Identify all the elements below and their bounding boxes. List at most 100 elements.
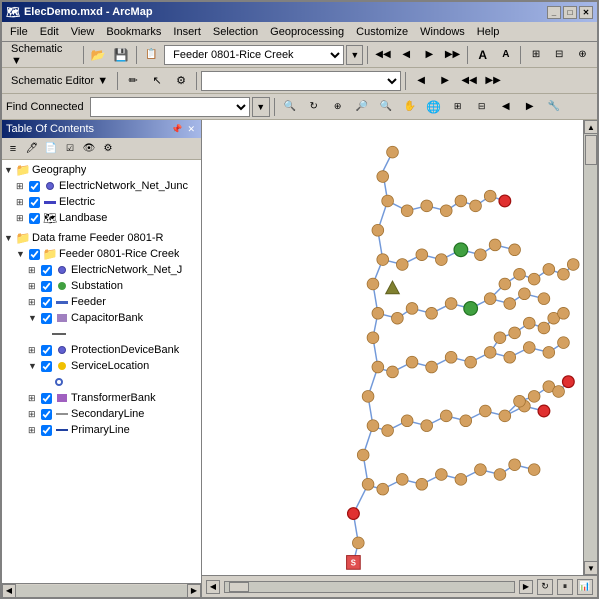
toc-item-transformerbank[interactable]: ⊞ TransformerBank [4,390,199,406]
scroll-left-btn[interactable]: ◀ [2,584,16,598]
view-btn3[interactable]: ◀◀ [458,70,480,92]
find-btn1[interactable]: 🔍 [279,96,301,118]
editor-dropdown[interactable] [201,71,401,91]
toc-item-protectiondevice[interactable]: ⊞ ProtectionDeviceBank [4,342,199,358]
close-button[interactable]: ✕ [579,6,593,19]
expand-substation[interactable]: ⊞ [28,281,38,292]
map-area[interactable]: S [202,120,583,575]
checkbox-secondaryline[interactable] [41,409,52,420]
menu-view[interactable]: View [65,24,101,40]
toc-options-btn[interactable]: ⚙ [99,140,117,158]
toc-item-substation[interactable]: ⊞ Substation [4,278,199,294]
checkbox-feeder[interactable] [41,297,52,308]
toc-source-btn[interactable]: 📄 [42,140,60,158]
expand-feeder0801[interactable]: ▼ [16,249,26,259]
toc-hscroll[interactable]: ◀ ▶ [2,583,201,597]
toc-item-electricnetwork-junc[interactable]: ⊞ ElectricNetwork_Net_Junc [4,178,199,194]
extra-btn1[interactable]: ⊞ [525,44,546,66]
extra-btn3[interactable]: ⊕ [572,44,593,66]
schematic-menu-btn[interactable]: Schematic ▼ [6,44,79,66]
extra-tool[interactable]: 🔧 [543,96,565,118]
scroll-up-btn[interactable]: ▲ [584,120,597,134]
text-btn-a1[interactable]: A [472,44,493,66]
find-btn3[interactable]: ⊕ [327,96,349,118]
checkbox-capacitorbank[interactable] [41,313,52,324]
menu-insert[interactable]: Insert [167,24,207,40]
hscroll-left-btn[interactable]: ◀ [206,580,220,594]
nav-btn3[interactable]: ▶ [419,44,440,66]
checkbox-landbase[interactable] [29,213,40,224]
menu-customize[interactable]: Customize [350,24,414,40]
menu-bookmarks[interactable]: Bookmarks [100,24,167,40]
checkbox-electricnetwork[interactable] [29,181,40,192]
expand-geography[interactable]: ▼ [4,165,14,175]
expand-primaryline[interactable]: ⊞ [28,425,38,436]
nav-btn2[interactable]: ◀ [396,44,417,66]
extent-btn2[interactable]: ⊟ [471,96,493,118]
toc-item-electric[interactable]: ⊞ Electric [4,194,199,210]
toc-item-servicelocation[interactable]: ▼ ServiceLocation [4,358,199,374]
expand-dataframe[interactable]: ▼ [4,233,14,243]
toc-list-btn[interactable]: ≡ [4,140,22,158]
expand-secondaryline[interactable]: ⊞ [28,409,38,420]
edit-tool3[interactable]: ⚙ [170,70,192,92]
toc-item-landbase[interactable]: ⊞ 🗺 Landbase [4,210,199,226]
scroll-right-btn[interactable]: ▶ [187,584,201,598]
menu-windows[interactable]: Windows [414,24,471,40]
maximize-button[interactable]: □ [563,6,577,19]
status-pause-icon[interactable]: ⏸ [557,579,573,595]
scroll-down-btn[interactable]: ▼ [584,561,597,575]
edit-tool2[interactable]: ↖ [146,70,168,92]
expand-capacitorbank[interactable]: ▼ [28,313,38,323]
back-btn[interactable]: ◀ [495,96,517,118]
minimize-button[interactable]: _ [547,6,561,19]
zoom-in-btn[interactable]: 🔎 [351,96,373,118]
open-btn[interactable]: 📂 [88,44,109,66]
menu-geoprocessing[interactable]: Geoprocessing [264,24,350,40]
checkbox-servicelocation[interactable] [41,361,52,372]
expand-servicelocation[interactable]: ▼ [28,361,38,371]
pan-btn[interactable]: ✋ [399,96,421,118]
feeder-dropdown-arrow[interactable]: ▼ [346,45,363,65]
find-connected-dropdown[interactable] [90,97,250,117]
nav-btn1[interactable]: ◀◀ [372,44,393,66]
toc-item-secondaryline[interactable]: ⊞ SecondaryLine [4,406,199,422]
checkbox-electric[interactable] [29,197,40,208]
menu-help[interactable]: Help [471,24,506,40]
globe-btn[interactable]: 🌐 [423,96,445,118]
forward-btn[interactable]: ▶ [519,96,541,118]
checkbox-electricnet-j[interactable] [41,265,52,276]
checkbox-feeder0801[interactable] [29,249,40,260]
toc-item-feeder[interactable]: ⊞ Feeder [4,294,199,310]
checkbox-protectiondevice[interactable] [41,345,52,356]
text-btn-a2[interactable]: A [495,44,516,66]
view-btn1[interactable]: ◀ [410,70,432,92]
toc-sel-btn[interactable]: ☑ [61,140,79,158]
expand-electric[interactable]: ⊞ [16,197,26,208]
toc-draw-btn[interactable]: 🖊 [23,140,41,158]
hscroll-right-btn[interactable]: ▶ [519,580,533,594]
expand-protectiondevice[interactable]: ⊞ [28,345,38,356]
menu-file[interactable]: File [4,24,34,40]
right-scrollbar[interactable]: ▲ ▼ [583,120,597,575]
toc-item-primaryline[interactable]: ⊞ PrimaryLine [4,422,199,438]
find-dropdown-arrow[interactable]: ▼ [252,97,270,117]
expand-transformerbank[interactable]: ⊞ [28,393,38,404]
extent-btn1[interactable]: ⊞ [447,96,469,118]
status-chart-icon[interactable]: 📊 [577,579,593,595]
toc-item-electricnet-j[interactable]: ⊞ ElectricNetwork_Net_J [4,262,199,278]
vscroll-thumb[interactable] [585,135,597,165]
edit-tool1[interactable]: ✏ [122,70,144,92]
toc-pin-btn[interactable]: 📌 [169,124,184,135]
toc-group-geography[interactable]: ▼ 📁 Geography [4,162,199,178]
expand-electricnetwork[interactable]: ⊞ [16,181,26,192]
save-btn[interactable]: 💾 [111,44,132,66]
zoom-out-btn[interactable]: 🔍 [375,96,397,118]
nav-btn4[interactable]: ▶▶ [442,44,463,66]
find-btn2[interactable]: ↻ [303,96,325,118]
expand-landbase[interactable]: ⊞ [16,213,26,224]
toc-item-feeder0801[interactable]: ▼ 📁 Feeder 0801-Rice Creek [4,246,199,262]
view-btn4[interactable]: ▶▶ [482,70,504,92]
toc-close-btn[interactable]: ✕ [185,124,197,135]
checkbox-primaryline[interactable] [41,425,52,436]
